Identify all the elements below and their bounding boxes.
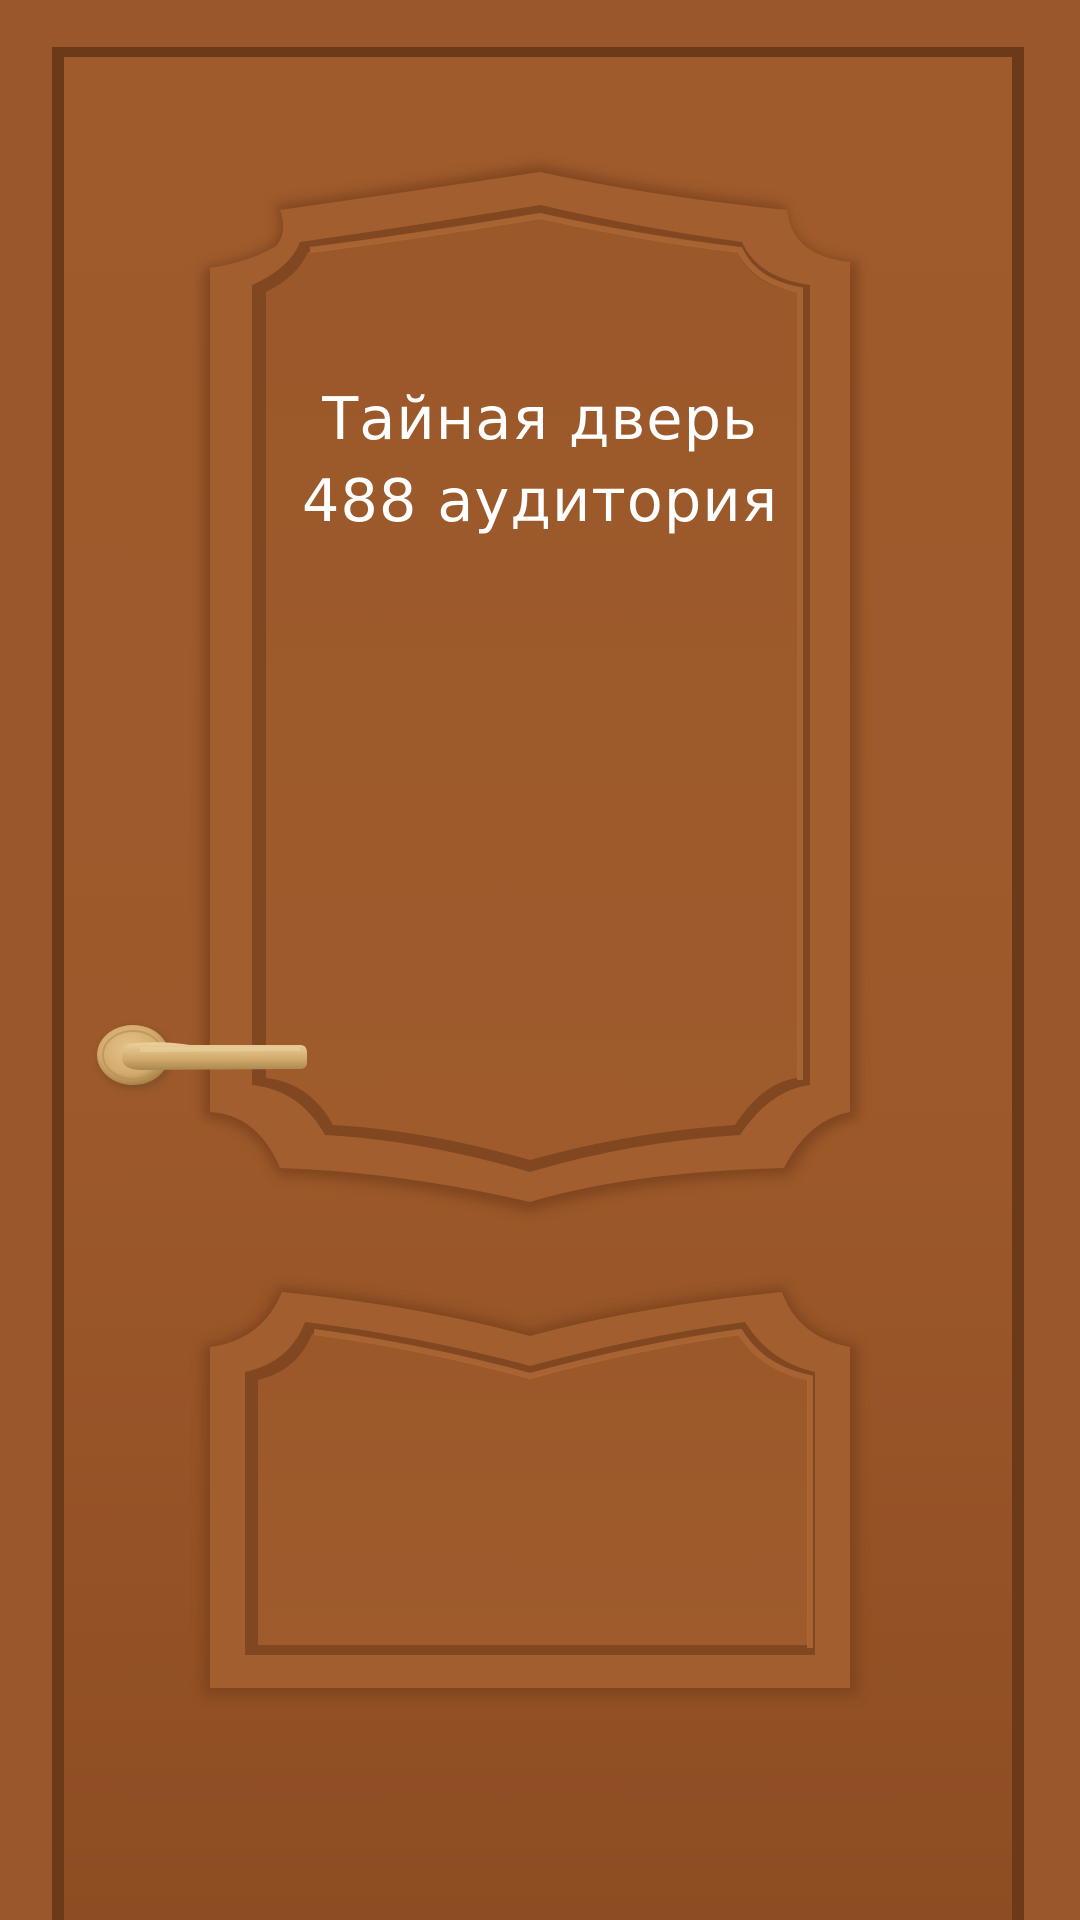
secret-door-scene: Тайная дверь 488 аудитория	[0, 0, 1080, 1920]
lower-panel	[203, 1287, 858, 1695]
door-title-line-1: Тайная дверь	[322, 384, 758, 453]
door-illustration	[0, 0, 1080, 1920]
door-title-line-2: 488 аудитория	[301, 466, 779, 535]
door-title[interactable]: Тайная дверь 488 аудитория	[290, 378, 790, 542]
